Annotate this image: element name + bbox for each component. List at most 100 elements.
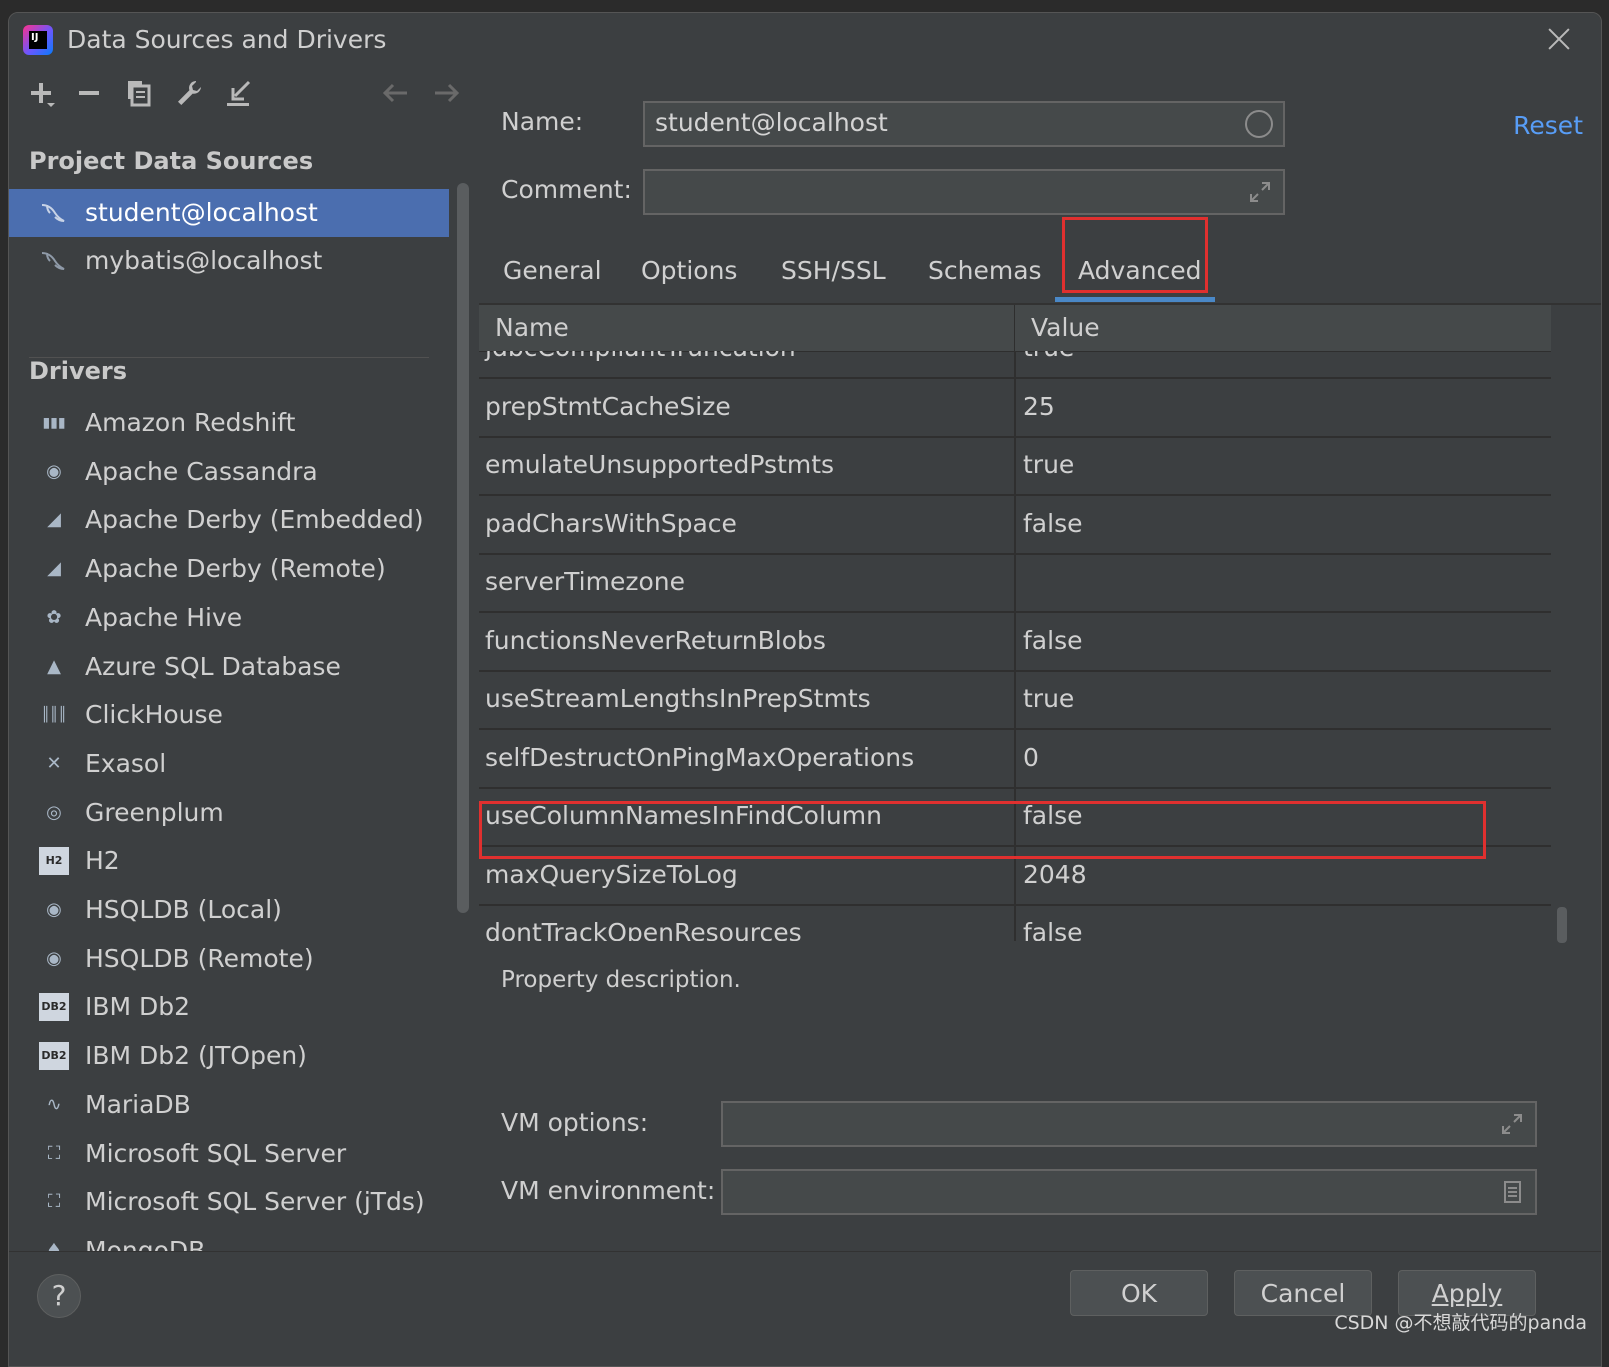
property-value[interactable]: false bbox=[1023, 918, 1082, 941]
wrench-icon[interactable] bbox=[173, 77, 205, 109]
table-row[interactable]: padCharsWithSpace false bbox=[479, 494, 1551, 555]
driver-item[interactable]: ✕ Exasol bbox=[9, 740, 449, 788]
driver-label: Azure SQL Database bbox=[85, 651, 341, 681]
data-sources-dialog: IJ Data Sources and Drivers Project Data… bbox=[8, 12, 1602, 1367]
table-scrollbar[interactable] bbox=[1557, 907, 1567, 943]
duplicate-icon[interactable] bbox=[123, 77, 155, 109]
sidebar: Project Data Sources student@localhost m… bbox=[9, 67, 479, 1251]
tab-options[interactable]: Options bbox=[641, 256, 737, 285]
import-icon[interactable] bbox=[223, 77, 255, 109]
driver-item[interactable]: DB2 IBM Db2 bbox=[9, 983, 449, 1031]
property-name: emulateUnsupportedPstmts bbox=[485, 450, 835, 479]
table-row[interactable]: jdbcCompliantTruncation true bbox=[479, 351, 1551, 379]
table-row[interactable]: prepStmtCacheSize 25 bbox=[479, 377, 1551, 438]
circle-status-icon[interactable] bbox=[1245, 110, 1273, 138]
property-value[interactable]: true bbox=[1023, 351, 1074, 362]
expand-icon[interactable] bbox=[1247, 179, 1273, 205]
db2-icon: DB2 bbox=[39, 1042, 69, 1071]
vm-environment-input[interactable] bbox=[721, 1169, 1537, 1215]
driver-item[interactable]: ◉ HSQLDB (Local) bbox=[9, 886, 449, 934]
ok-button[interactable]: OK bbox=[1070, 1270, 1208, 1316]
property-value[interactable]: 2048 bbox=[1023, 860, 1087, 889]
cassandra-icon: ◉ bbox=[46, 460, 62, 482]
data-source-mybatis[interactable]: mybatis@localhost bbox=[9, 237, 449, 285]
table-row[interactable]: functionsNeverReturnBlobs false bbox=[479, 611, 1551, 672]
driver-item[interactable]: ◢ Apache Derby (Remote) bbox=[9, 545, 449, 593]
property-value[interactable]: 25 bbox=[1023, 392, 1055, 421]
property-value[interactable]: true bbox=[1023, 684, 1074, 713]
cell-separator bbox=[1014, 553, 1016, 611]
column-header-name[interactable]: Name bbox=[495, 313, 569, 342]
property-name: useStreamLengthsInPrepStmts bbox=[485, 684, 871, 713]
driver-item[interactable]: H2 H2 bbox=[9, 837, 449, 885]
property-name: functionsNeverReturnBlobs bbox=[485, 625, 826, 655]
comment-label: Comment: bbox=[501, 175, 632, 204]
watermark: CSDN @不想敲代码的panda bbox=[1334, 1312, 1587, 1334]
driver-item[interactable]: ▲ Azure SQL Database bbox=[9, 643, 449, 691]
driver-item[interactable]: ⛶ Microsoft SQL Server bbox=[9, 1130, 449, 1178]
property-value[interactable]: false bbox=[1023, 509, 1082, 538]
property-value[interactable]: false bbox=[1023, 626, 1082, 655]
driver-item[interactable]: ◉ HSQLDB (Remote) bbox=[9, 935, 449, 983]
column-separator[interactable] bbox=[1014, 305, 1015, 351]
driver-item[interactable]: ◢ Apache Derby (Embedded) bbox=[9, 496, 449, 544]
driver-label: Apache Derby (Remote) bbox=[85, 554, 386, 584]
tab-schemas[interactable]: Schemas bbox=[928, 256, 1042, 285]
cell-separator bbox=[1014, 377, 1016, 436]
driver-item[interactable]: DB2 IBM Db2 (JTOpen) bbox=[9, 1032, 449, 1080]
driver-item[interactable]: ║║║ ClickHouse bbox=[9, 691, 449, 739]
redshift-icon: ▮▮▮ bbox=[42, 415, 66, 431]
sidebar-scrollbar[interactable] bbox=[457, 183, 469, 913]
back-arrow-icon[interactable] bbox=[379, 77, 411, 109]
title-bar: IJ Data Sources and Drivers bbox=[9, 13, 1601, 67]
tab-general[interactable]: General bbox=[503, 256, 602, 285]
mariadb-icon: ∿ bbox=[46, 1093, 62, 1115]
driver-item[interactable]: ▮▮▮ Amazon Redshift bbox=[9, 399, 449, 447]
comment-input[interactable] bbox=[643, 169, 1285, 215]
driver-item[interactable]: ◎ Greenplum bbox=[9, 789, 449, 837]
driver-item[interactable]: ✿ Apache Hive bbox=[9, 594, 449, 642]
cell-separator bbox=[1014, 494, 1016, 553]
table-row[interactable]: useStreamLengthsInPrepStmts true bbox=[479, 670, 1551, 730]
derby-icon: ◢ bbox=[47, 509, 61, 531]
table-row[interactable]: dontTrackOpenResources false bbox=[479, 904, 1551, 941]
property-value[interactable]: 0 bbox=[1023, 743, 1039, 772]
close-icon[interactable] bbox=[1545, 25, 1573, 53]
active-tab-indicator bbox=[1055, 297, 1215, 302]
add-icon[interactable] bbox=[25, 77, 57, 109]
driver-item[interactable]: ∿ MariaDB bbox=[9, 1081, 449, 1129]
azure-icon: ▲ bbox=[47, 655, 61, 677]
help-button[interactable]: ? bbox=[37, 1274, 81, 1318]
name-value: student@localhost bbox=[655, 108, 888, 137]
driver-item[interactable]: ♠ MongoDB bbox=[9, 1227, 449, 1251]
document-icon[interactable] bbox=[1499, 1179, 1525, 1205]
table-row[interactable]: selfDestructOnPingMaxOperations 0 bbox=[479, 728, 1551, 789]
expand-icon[interactable] bbox=[1499, 1111, 1525, 1137]
remove-icon[interactable] bbox=[73, 77, 105, 109]
column-header-value[interactable]: Value bbox=[1031, 313, 1100, 342]
property-description: Property description. bbox=[501, 967, 741, 993]
table-header: Name Value bbox=[479, 305, 1551, 352]
reset-link[interactable]: Reset bbox=[1513, 111, 1583, 140]
driver-label: Apache Hive bbox=[85, 602, 243, 632]
cell-separator bbox=[1014, 728, 1016, 787]
driver-item[interactable]: ◉ Apache Cassandra bbox=[9, 448, 449, 496]
tab-ssh-ssl[interactable]: SSH/SSL bbox=[781, 256, 886, 285]
name-input[interactable]: student@localhost bbox=[643, 101, 1285, 147]
property-name: padCharsWithSpace bbox=[485, 508, 737, 538]
mssql-icon: ⛶ bbox=[47, 1142, 61, 1164]
property-name: dontTrackOpenResources bbox=[485, 918, 802, 941]
driver-item[interactable]: ⛶ Microsoft SQL Server (jTds) bbox=[9, 1178, 449, 1226]
table-row[interactable]: serverTimezone bbox=[479, 553, 1551, 613]
vm-options-input[interactable] bbox=[721, 1101, 1537, 1147]
project-data-sources-header: Project Data Sources bbox=[29, 147, 314, 175]
property-value[interactable]: true bbox=[1023, 450, 1074, 479]
table-row[interactable]: emulateUnsupportedPstmts true bbox=[479, 436, 1551, 496]
intellij-app-icon: IJ bbox=[23, 25, 53, 55]
dialog-footer: ? OK Cancel Apply CSDN @不想敲代码的panda bbox=[9, 1251, 1601, 1366]
driver-label: MariaDB bbox=[85, 1089, 191, 1119]
app-icon-text: IJ bbox=[31, 32, 39, 43]
data-source-student[interactable]: student@localhost bbox=[9, 189, 449, 237]
forward-arrow-icon[interactable] bbox=[431, 77, 463, 109]
advanced-tab-highlight-box bbox=[1062, 217, 1208, 293]
